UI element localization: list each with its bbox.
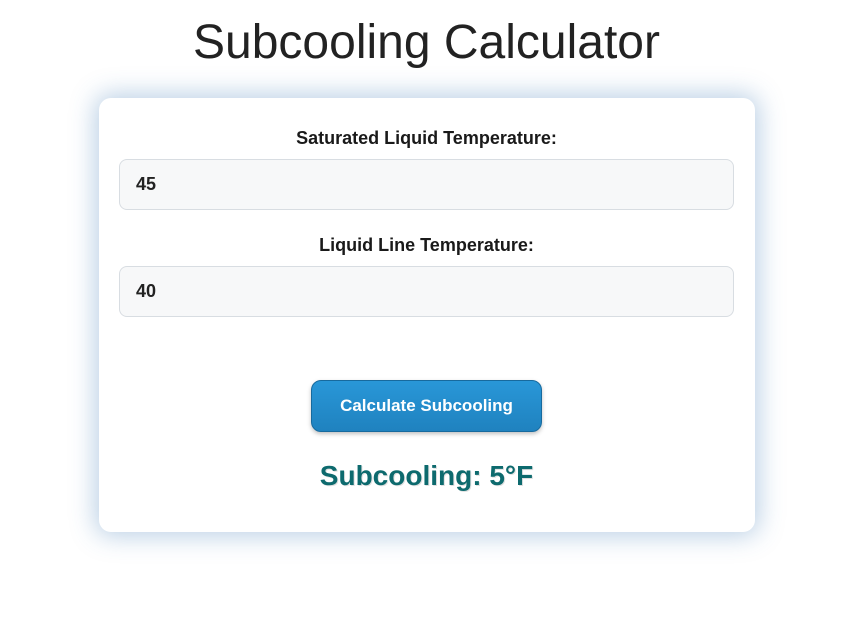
sat-liquid-label: Saturated Liquid Temperature: — [119, 128, 735, 149]
sat-liquid-input[interactable] — [119, 159, 734, 210]
liquid-line-input[interactable] — [119, 266, 734, 317]
sat-liquid-field-group: Saturated Liquid Temperature: — [119, 128, 735, 210]
result-text: Subcooling: 5°F — [119, 460, 735, 492]
page-title: Subcooling Calculator — [0, 15, 853, 70]
calculate-button[interactable]: Calculate Subcooling — [311, 380, 542, 432]
calculator-card: Saturated Liquid Temperature: Liquid Lin… — [99, 98, 755, 532]
liquid-line-field-group: Liquid Line Temperature: — [119, 235, 735, 317]
liquid-line-label: Liquid Line Temperature: — [119, 235, 735, 256]
